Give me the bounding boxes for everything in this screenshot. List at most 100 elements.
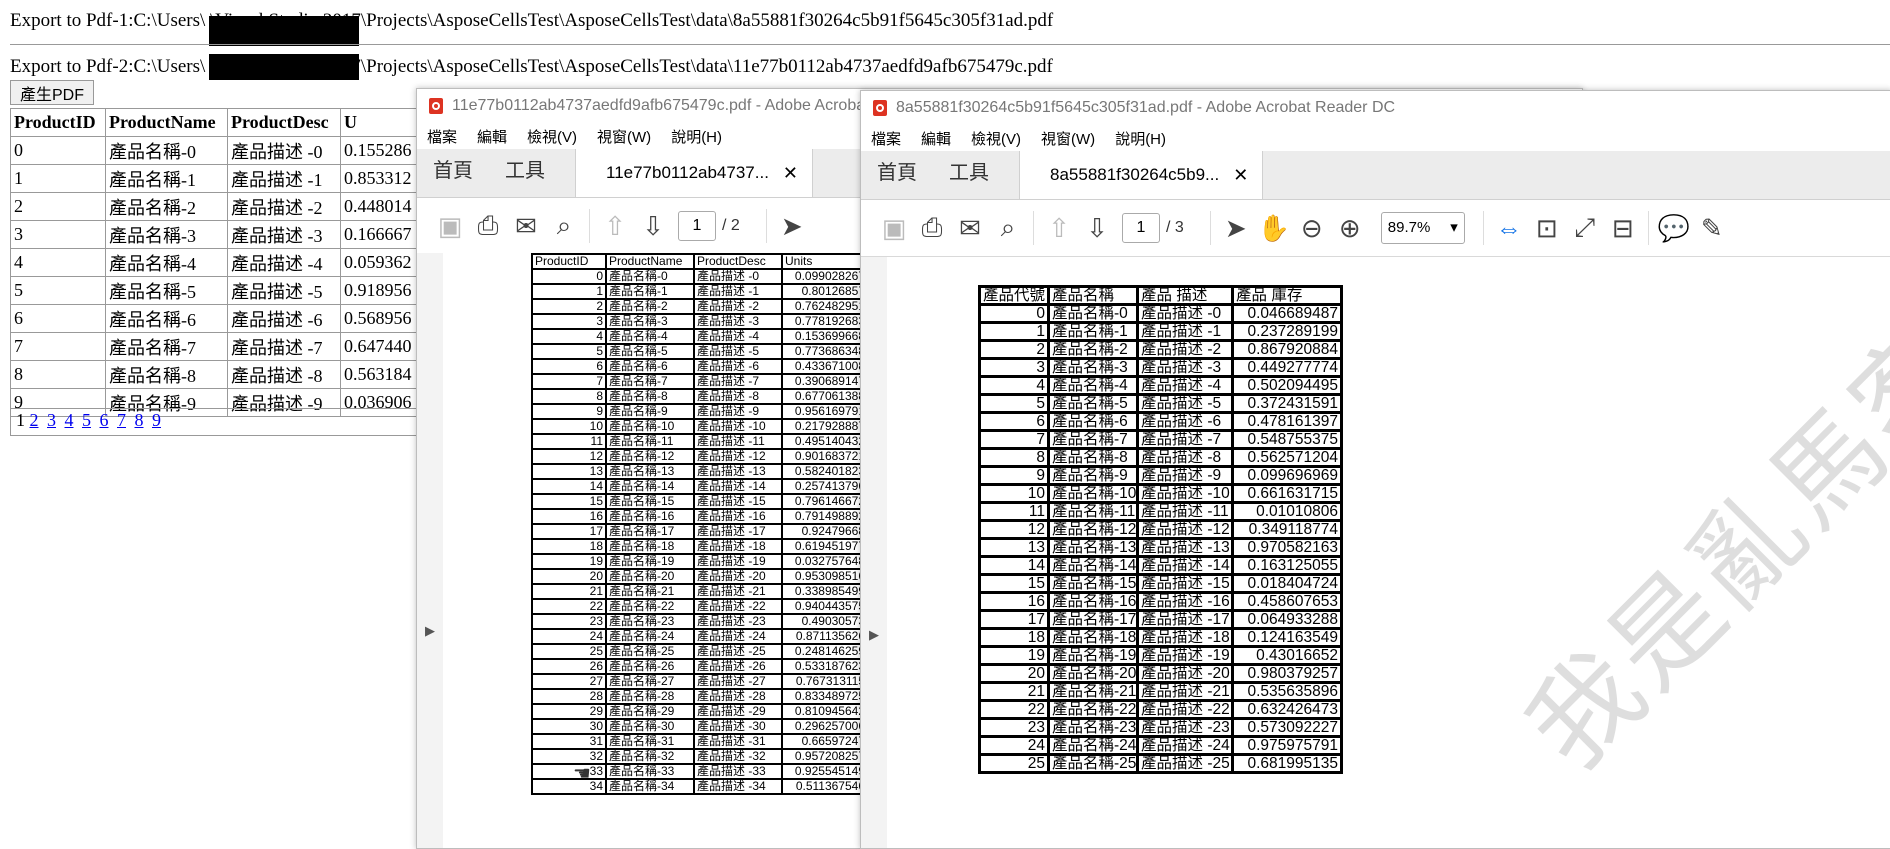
tab-tools[interactable]: 工具 [933,156,1005,199]
pager-link[interactable]: 2 [30,410,39,430]
table-cell: 產品名稱-13 [605,463,695,480]
pager-link[interactable]: 9 [152,410,161,430]
mail-icon[interactable]: ✉ [951,213,989,244]
toolbar-divider [589,209,590,243]
search-icon[interactable]: ⌕ [989,212,1027,244]
tab-home[interactable]: 首頁 [861,156,933,199]
menu-edit[interactable]: 編輯 [477,126,507,147]
table-cell: 16 [977,591,1051,612]
page-down-icon[interactable]: ⇩ [634,211,672,242]
menu-file[interactable]: 檔案 [871,128,901,149]
table-cell: 產品描述 -11 [693,433,783,450]
table-cell: 32 [531,748,607,765]
menu-edit[interactable]: 編輯 [921,128,951,149]
menu-window[interactable]: 視窗(W) [597,126,651,147]
table-cell: 13 [977,537,1051,558]
print-icon[interactable]: ⎙ [469,210,507,242]
pager-link[interactable]: 4 [65,410,74,430]
fit-page-icon[interactable]: ⊡ [1528,213,1566,244]
close-icon[interactable]: ✕ [783,163,798,184]
toolbar-divider [1209,211,1211,245]
menu-window[interactable]: 視窗(W) [1041,128,1095,149]
side-panel-handle[interactable]: ▶ [861,257,888,848]
hand-tool-icon[interactable]: ✋ [1255,213,1293,244]
close-icon[interactable]: ✕ [1233,165,1248,186]
table-cell: 產品描述 -6 [693,358,783,375]
table-row: 5 產品名稱-5 產品描述 -5 0.372431591 [977,393,1344,414]
page-number-input[interactable]: 1 [1122,213,1160,243]
tab-home[interactable]: 首頁 [417,154,489,197]
menu-view[interactable]: 檢視(V) [971,128,1021,149]
table-cell: 7 [10,332,106,361]
table-cell: 產品名稱-10 [605,418,695,435]
menu-view[interactable]: 檢視(V) [527,126,577,147]
table-cell: 23 [531,613,607,630]
menu-help[interactable]: 說明(H) [1115,128,1166,149]
table-cell: 產品描述 -15 [1136,573,1235,594]
table-cell: 0.296257006 [781,718,869,735]
table-cell: 產品描述 -3 [227,220,341,249]
table-cell: 產品描述 -30 [693,718,783,735]
table-cell: 產品名稱-6 [605,358,695,375]
table-cell: 0 [977,303,1051,324]
page-up-icon[interactable]: ⇧ [596,211,634,242]
full-screen-icon[interactable]: ⤢ [1566,212,1604,244]
comment-icon[interactable]: 💬 [1655,213,1693,244]
pager-link[interactable]: 6 [100,410,109,430]
generate-pdf-button[interactable]: 產生PDF [10,80,94,105]
page-number-input[interactable]: 1 [678,211,716,241]
table-row: 30 產品名稱-30 產品描述 -30 0.296257006 [531,718,869,735]
tab-document-label: 11e77b0112ab4737... [606,163,769,182]
table-cell: 產品名稱-10 [1047,483,1140,504]
table-row: 14 產品名稱-14 產品描述 -14 0.257413796 [531,478,869,495]
print-icon[interactable]: ⎙ [913,212,951,244]
table-cell: 產品描述 -29 [693,703,783,720]
table-cell: 5 [977,393,1051,414]
save-icon[interactable]: ▣ [875,213,913,244]
table-cell: 19 [977,645,1051,666]
table-cell: 產品名稱-24 [605,628,695,645]
pager-link[interactable]: 7 [117,410,126,430]
read-mode-icon[interactable]: ⊟ [1604,213,1642,244]
highlight-pen-icon[interactable]: ✎ [1693,213,1731,244]
table-cell: 0.66597247 [781,733,869,750]
expand-arrow-icon[interactable]: ▶ [425,623,435,639]
side-panel-handle[interactable]: ▶ [417,253,444,848]
pager-link[interactable]: 3 [47,410,56,430]
pager-link[interactable]: 8 [135,410,144,430]
titlebar[interactable]: 8a55881f30264c5b91f5645c305f31ad.pdf - A… [861,91,1890,125]
document-viewer[interactable]: ▶ 產品代號 產品名稱 產品 描述 產品 庫存 0 產品名稱-0 產品描述 -0 0.0466… [861,197,1890,848]
tab-document[interactable]: 11e77b0112ab4737... ✕ [575,149,814,197]
table-cell: 0.533187623 [781,658,869,675]
zoom-out-icon[interactable]: ⊖ [1293,213,1331,244]
pager-link[interactable]: 5 [82,410,91,430]
search-icon[interactable]: ⌕ [545,210,583,242]
table-cell: 產品描述 -14 [1136,555,1235,576]
table-cell: 0.568956 [340,304,426,333]
table-cell: 0.153699668 [781,328,869,345]
acrobat-window-2[interactable]: 8a55881f30264c5b91f5645c305f31ad.pdf - A… [860,90,1890,849]
zoom-select[interactable]: 89.7% ▾ [1380,212,1465,244]
table-cell: 3 [531,313,607,330]
table-cell: 產品名稱-20 [605,568,695,585]
toolbar: ▣ ⎙ ✉ ⌕ ⇧ ⇩ 1 / 3 ➤ ✋ ⊖ ⊕ 89.7% ▾ ⇔ ⊡ ⤢ … [861,200,1890,257]
page-up-icon[interactable]: ⇧ [1040,213,1078,244]
tab-document[interactable]: 8a55881f30264c5b9... ✕ [1019,151,1264,199]
mail-icon[interactable]: ✉ [507,211,545,242]
table-cell: 11 [977,501,1051,522]
fit-width-icon[interactable]: ⇔ [1490,213,1528,244]
menu-file[interactable]: 檔案 [427,126,457,147]
select-cursor-icon[interactable]: ➤ [1217,213,1255,244]
table-cell: 產品描述 -7 [227,332,341,361]
table-cell: 產品名稱-6 [1047,411,1140,432]
zoom-in-icon[interactable]: ⊕ [1331,213,1369,244]
save-icon[interactable]: ▣ [431,211,469,242]
table-row: 10 產品名稱-10 產品描述 -10 0.661631715 [977,483,1344,504]
page-down-icon[interactable]: ⇩ [1078,213,1116,244]
table-cell: 0.099028267 [781,268,869,285]
expand-arrow-icon[interactable]: ▶ [869,627,879,643]
tab-tools[interactable]: 工具 [489,154,561,197]
table-cell: 0.956169791 [781,403,869,420]
select-cursor-icon[interactable]: ➤ [773,211,811,242]
menu-help[interactable]: 說明(H) [671,126,722,147]
